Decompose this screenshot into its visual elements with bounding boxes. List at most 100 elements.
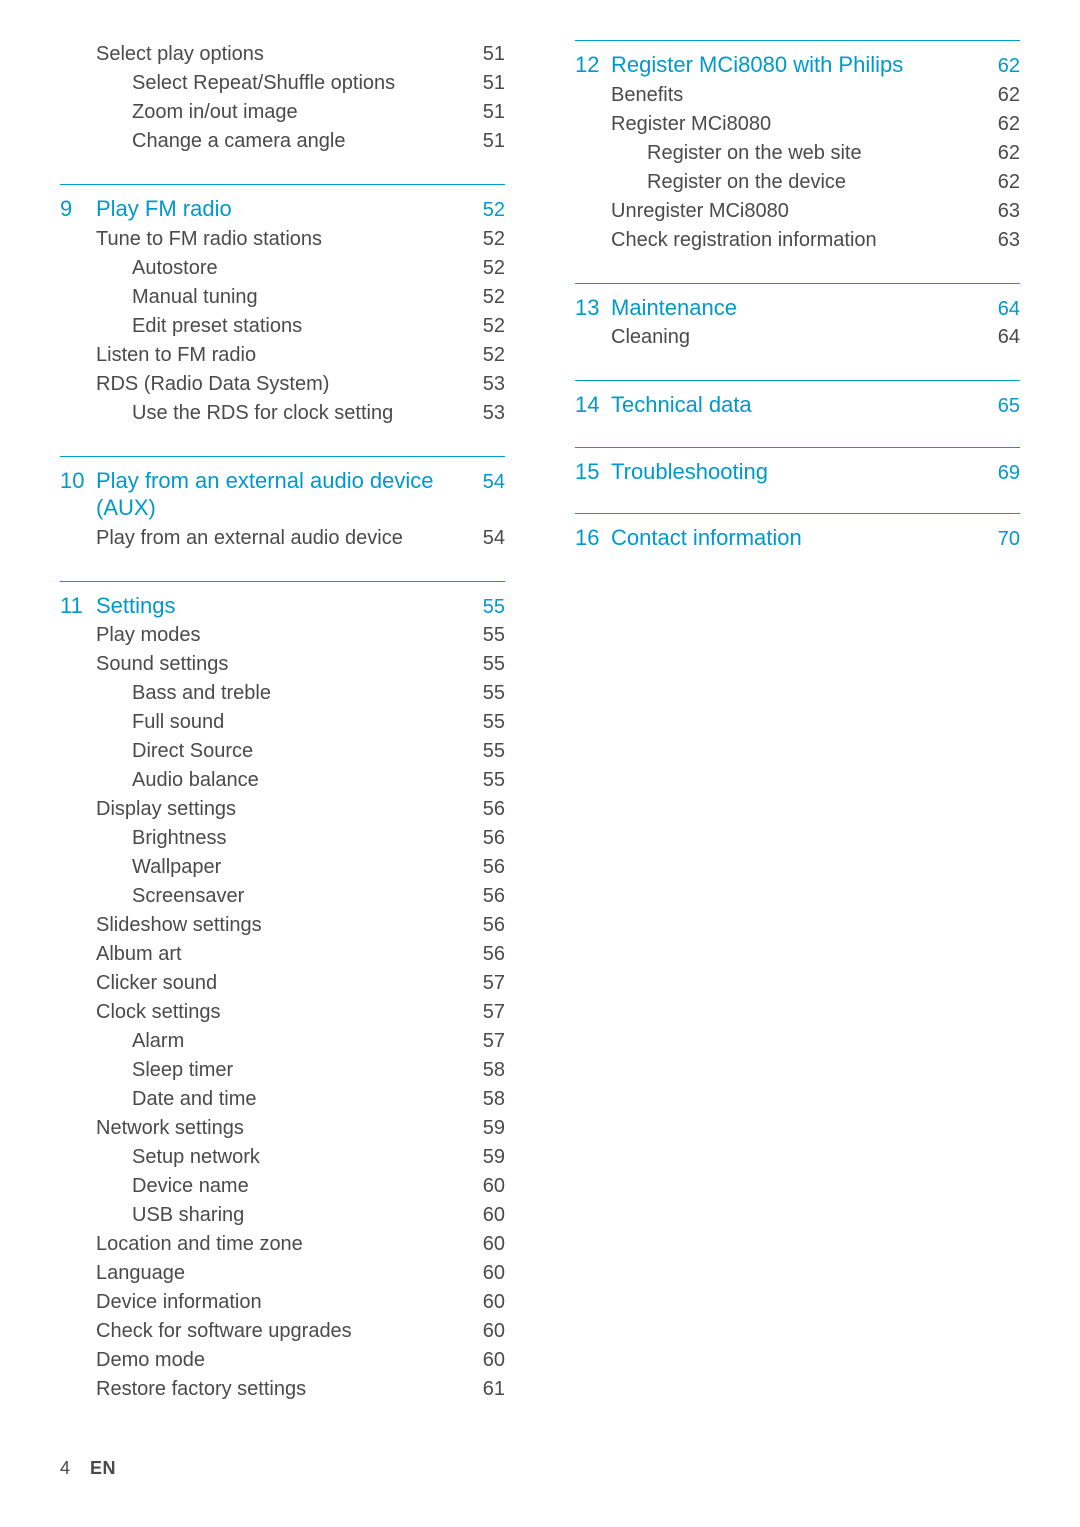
toc-entry: Slideshow settings56 bbox=[60, 911, 505, 940]
toc-entry-label: Sleep timer bbox=[96, 1056, 465, 1085]
toc-entry: Brightness56 bbox=[60, 824, 505, 853]
toc-section-page: 64 bbox=[980, 298, 1020, 321]
toc-section-title: Play from an external audio device (AUX) bbox=[96, 467, 465, 522]
toc-section-page: 55 bbox=[465, 596, 505, 619]
toc-entry-label: Brightness bbox=[96, 824, 465, 853]
toc-entry: Play from an external audio device54 bbox=[60, 524, 505, 553]
toc-section-title: Maintenance bbox=[611, 294, 980, 322]
toc-entry-label: Bass and treble bbox=[96, 679, 465, 708]
toc-entry: Display settings56 bbox=[60, 795, 505, 824]
toc-entry-label: Device information bbox=[96, 1288, 465, 1317]
toc-entry-page: 58 bbox=[465, 1085, 505, 1114]
toc-entry-page: 57 bbox=[465, 1027, 505, 1056]
toc-section: 10Play from an external audio device (AU… bbox=[60, 456, 505, 553]
toc-section-page: 65 bbox=[980, 395, 1020, 418]
toc-entry-page: 60 bbox=[465, 1230, 505, 1259]
toc-entry-label: Tune to FM radio stations bbox=[96, 225, 465, 254]
toc-entry: Audio balance55 bbox=[60, 766, 505, 795]
toc-entry-page: 52 bbox=[465, 341, 505, 370]
toc-entry-label: Full sound bbox=[96, 708, 465, 737]
toc-entry: Screensaver56 bbox=[60, 882, 505, 911]
toc-entry-page: 51 bbox=[465, 127, 505, 156]
toc-entry-page: 56 bbox=[465, 795, 505, 824]
toc-entry: Change a camera angle51 bbox=[60, 127, 505, 156]
toc-entry-label: Location and time zone bbox=[96, 1230, 465, 1259]
toc-section-title: Troubleshooting bbox=[611, 458, 980, 486]
toc-left-column: Select play options51Select Repeat/Shuff… bbox=[60, 40, 505, 1432]
toc-entry-page: 51 bbox=[465, 69, 505, 98]
toc-entry-label: Cleaning bbox=[611, 323, 980, 352]
toc-entry: Unregister MCi808063 bbox=[575, 197, 1020, 226]
toc-entry-page: 57 bbox=[465, 969, 505, 998]
toc-entry-page: 62 bbox=[980, 110, 1020, 139]
toc-entry: Tune to FM radio stations52 bbox=[60, 225, 505, 254]
toc-entry: Language60 bbox=[60, 1259, 505, 1288]
toc-entry: Play modes55 bbox=[60, 621, 505, 650]
toc-section-heading: 10Play from an external audio device (AU… bbox=[60, 456, 505, 522]
toc-entry-page: 55 bbox=[465, 679, 505, 708]
toc-section-page: 70 bbox=[980, 528, 1020, 551]
toc-section-number: 9 bbox=[60, 196, 96, 222]
toc-entry-label: Screensaver bbox=[96, 882, 465, 911]
toc-section-heading: 13Maintenance64 bbox=[575, 283, 1020, 322]
toc-entry: USB sharing60 bbox=[60, 1201, 505, 1230]
toc-section-title: Play FM radio bbox=[96, 195, 465, 223]
toc-section-heading: 15Troubleshooting69 bbox=[575, 447, 1020, 486]
toc-entry-label: Language bbox=[96, 1259, 465, 1288]
toc-entry: Edit preset stations52 bbox=[60, 312, 505, 341]
toc-section-page: 62 bbox=[980, 55, 1020, 78]
toc-entry-label: Clicker sound bbox=[96, 969, 465, 998]
toc-entry-label: Change a camera angle bbox=[96, 127, 465, 156]
toc-entry: RDS (Radio Data System)53 bbox=[60, 370, 505, 399]
toc-entry: Check registration information63 bbox=[575, 226, 1020, 255]
toc-section-number: 16 bbox=[575, 525, 611, 551]
toc-entry-page: 56 bbox=[465, 940, 505, 969]
toc-entry-label: Autostore bbox=[96, 254, 465, 283]
toc-entry-label: Album art bbox=[96, 940, 465, 969]
toc-entry-label: Setup network bbox=[96, 1143, 465, 1172]
toc-page: Select play options51Select Repeat/Shuff… bbox=[0, 0, 1080, 1432]
toc-entry-page: 53 bbox=[465, 399, 505, 428]
toc-entry-label: Slideshow settings bbox=[96, 911, 465, 940]
toc-entry-label: USB sharing bbox=[96, 1201, 465, 1230]
toc-entry-label: Benefits bbox=[611, 81, 980, 110]
toc-entry: Sound settings55 bbox=[60, 650, 505, 679]
toc-entry-page: 52 bbox=[465, 312, 505, 341]
toc-entry-page: 56 bbox=[465, 853, 505, 882]
toc-section-heading: 14Technical data65 bbox=[575, 380, 1020, 419]
toc-entry-page: 53 bbox=[465, 370, 505, 399]
toc-entry: Date and time58 bbox=[60, 1085, 505, 1114]
toc-entry: Select play options51 bbox=[60, 40, 505, 69]
toc-entry: Clock settings57 bbox=[60, 998, 505, 1027]
toc-section: 12Register MCi8080 with Philips62Benefit… bbox=[575, 40, 1020, 255]
toc-section-page: 54 bbox=[465, 471, 505, 494]
toc-entry-label: Play modes bbox=[96, 621, 465, 650]
toc-entry: Alarm57 bbox=[60, 1027, 505, 1056]
toc-entry-page: 55 bbox=[465, 621, 505, 650]
toc-entry: Full sound55 bbox=[60, 708, 505, 737]
toc-entry: Direct Source55 bbox=[60, 737, 505, 766]
toc-entry-label: Sound settings bbox=[96, 650, 465, 679]
toc-entry-label: Check registration information bbox=[611, 226, 980, 255]
toc-entry: Device name60 bbox=[60, 1172, 505, 1201]
toc-entry-page: 55 bbox=[465, 737, 505, 766]
toc-section: 13Maintenance64Cleaning64 bbox=[575, 283, 1020, 353]
toc-entry-page: 62 bbox=[980, 168, 1020, 197]
toc-entry: Cleaning64 bbox=[575, 323, 1020, 352]
toc-section-heading: 12Register MCi8080 with Philips62 bbox=[575, 40, 1020, 79]
toc-entry: Zoom in/out image51 bbox=[60, 98, 505, 127]
toc-entry: Location and time zone60 bbox=[60, 1230, 505, 1259]
toc-section-title: Register MCi8080 with Philips bbox=[611, 51, 980, 79]
toc-entry-page: 52 bbox=[465, 283, 505, 312]
toc-entry-page: 60 bbox=[465, 1201, 505, 1230]
toc-entry-label: Play from an external audio device bbox=[96, 524, 465, 553]
toc-entry-page: 61 bbox=[465, 1375, 505, 1404]
toc-entry: Autostore52 bbox=[60, 254, 505, 283]
toc-entry-label: Register on the device bbox=[611, 168, 980, 197]
toc-section-number: 13 bbox=[575, 295, 611, 321]
toc-section-heading: 9Play FM radio52 bbox=[60, 184, 505, 223]
toc-entry: Check for software upgrades60 bbox=[60, 1317, 505, 1346]
toc-entry: Demo mode60 bbox=[60, 1346, 505, 1375]
toc-entry: Device information60 bbox=[60, 1288, 505, 1317]
toc-entry-page: 62 bbox=[980, 139, 1020, 168]
